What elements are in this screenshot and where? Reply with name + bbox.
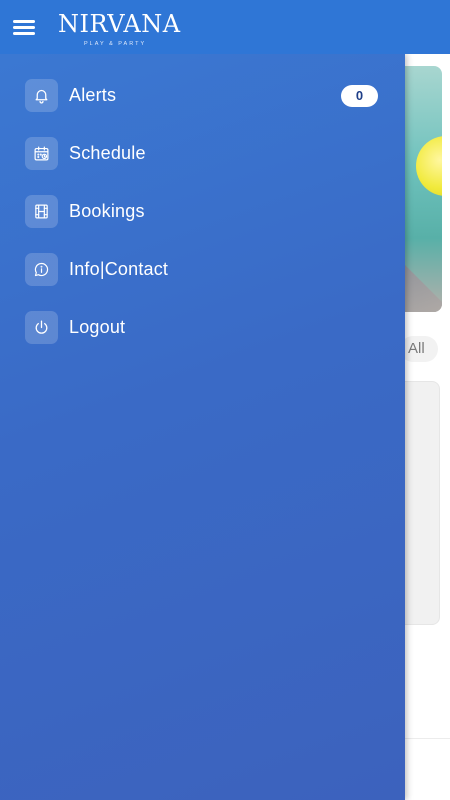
see-all-button[interactable]: All — [400, 336, 438, 362]
bell-icon — [25, 79, 58, 112]
menu-icon[interactable] — [12, 15, 36, 39]
app-bar: NIRVANA PLAY & PARTY — [0, 0, 450, 54]
drawer-item-label: Logout — [69, 317, 126, 337]
logo-title: NIRVANA — [58, 10, 181, 38]
drawer-item-info-contact[interactable]: Info|Contact — [0, 245, 405, 293]
power-icon — [25, 311, 58, 344]
drawer-item-label: Info|Contact — [69, 259, 169, 279]
drawer-item-label: Bookings — [69, 201, 145, 221]
chat-info-icon — [25, 253, 58, 286]
drawer-item-alerts[interactable]: Alerts 0 — [0, 71, 405, 119]
app-logo: NIRVANA PLAY & PARTY — [58, 9, 180, 51]
alerts-count-badge: 0 — [341, 85, 378, 107]
drawer-item-schedule[interactable]: Schedule — [0, 129, 405, 177]
drawer-item-logout[interactable]: Logout — [0, 303, 405, 351]
navigation-drawer: Alerts 0 Schedule Bookings Info|Contact … — [0, 54, 405, 800]
film-icon — [25, 195, 58, 228]
logo-subtitle: PLAY & PARTY — [84, 41, 147, 47]
drawer-item-label: Alerts — [69, 85, 117, 105]
drawer-item-label: Schedule — [69, 143, 146, 163]
calendar-icon — [25, 137, 58, 170]
drawer-item-bookings[interactable]: Bookings — [0, 187, 405, 235]
